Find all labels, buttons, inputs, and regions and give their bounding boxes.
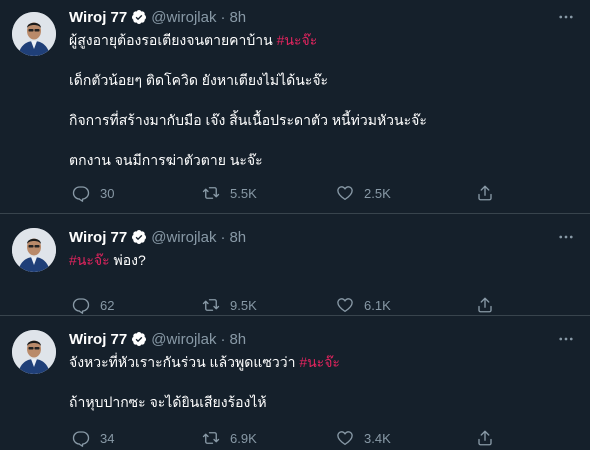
avatar[interactable] — [12, 330, 56, 374]
reply-icon — [72, 431, 90, 447]
tweet-header: Wiroj 77 @wirojlak · 8h — [69, 226, 578, 248]
author-name[interactable]: Wiroj 77 — [69, 229, 127, 246]
tweet-text: #นะจ๊ะ พ่อง? — [69, 250, 578, 270]
tweet-line: จังหวะที่หัวเราะกันร่วน แล้วพูดแซวว่า #น… — [69, 352, 578, 372]
tweet-line: ผู้สูงอายุต้องรอเตียงจนตายคาบ้าน #นะจ๊ะ — [69, 30, 578, 50]
share-button[interactable] — [476, 184, 494, 202]
tweet-header: Wiroj 77 @wirojlak · 8h — [69, 6, 578, 28]
like-button[interactable]: 2.5K — [336, 184, 391, 202]
more-dots-icon[interactable] — [554, 328, 578, 350]
share-button[interactable] — [476, 296, 494, 314]
text-span: ผู้สูงอายุต้องรอเตียงจนตายคาบ้าน — [69, 32, 277, 48]
reply-button[interactable]: 30 — [72, 184, 114, 202]
tweet-actions: 30 5.5K 2.5K — [69, 182, 578, 204]
tweet-line: ถ้าหุบปากซะ จะได้ยินเสียงร้องไห้ — [69, 394, 267, 410]
retweet-button[interactable]: 5.5K — [202, 184, 257, 202]
hashtag-link[interactable]: #นะจ๊ะ — [299, 354, 340, 370]
avatar[interactable] — [12, 12, 56, 56]
verified-badge-icon — [131, 229, 147, 245]
timestamp[interactable]: 8h — [229, 229, 246, 246]
avatar-image — [12, 228, 56, 272]
timestamp[interactable]: 8h — [229, 331, 246, 348]
author-handle[interactable]: @wirojlak — [151, 331, 216, 348]
retweet-count: 5.5K — [230, 185, 257, 201]
verified-badge-icon — [131, 9, 147, 25]
tweet-content: Wiroj 77 @wirojlak · 8h จังหวะที่หัวเราะ… — [69, 328, 578, 447]
retweet-count: 9.5K — [230, 297, 257, 313]
text-span: จังหวะที่หัวเราะกันร่วน แล้วพูดแซวว่า — [69, 354, 300, 370]
tweet-line: #นะจ๊ะ พ่อง? — [69, 250, 578, 270]
avatar-image — [12, 330, 56, 374]
author-name[interactable]: Wiroj 77 — [69, 331, 127, 348]
heart-icon — [337, 431, 353, 446]
retweet-button[interactable]: 6.9K — [202, 429, 257, 447]
tweet[interactable]: Wiroj 77 @wirojlak · 8h จังหวะที่หัวเราะ… — [0, 316, 590, 450]
hashtag-link[interactable]: #นะจ๊ะ — [69, 252, 110, 268]
separator-dot: · — [220, 8, 226, 26]
tweet-actions: 34 6.9K 3.4K — [69, 427, 578, 449]
retweet-icon — [202, 432, 220, 444]
tweet[interactable]: Wiroj 77 @wirojlak · 8h #นะจ๊ะ พ่อง? 62 … — [0, 214, 590, 316]
like-count: 3.4K — [364, 430, 391, 446]
tweet-header: Wiroj 77 @wirojlak · 8h — [69, 328, 578, 350]
tweet-text: จังหวะที่หัวเราะกันร่วน แล้วพูดแซวว่า #น… — [69, 352, 578, 412]
tweet-content: Wiroj 77 @wirojlak · 8h #นะจ๊ะ พ่อง? 62 … — [69, 226, 578, 314]
author-handle[interactable]: @wirojlak — [151, 229, 216, 246]
tweet-content: Wiroj 77 @wirojlak · 8h ผู้สูงอายุต้องรอ… — [69, 6, 578, 202]
reply-icon — [72, 186, 90, 202]
separator-dot: · — [220, 330, 226, 348]
reply-count: 30 — [100, 185, 115, 201]
tweet-text: ผู้สูงอายุต้องรอเตียงจนตายคาบ้าน #นะจ๊ะ … — [69, 30, 578, 170]
tweet-line: กิจการที่สร้างมากับมือ เจ๊ง สิ้นเนื้อประ… — [69, 112, 427, 128]
more-dots-icon[interactable] — [554, 226, 578, 248]
share-icon — [478, 185, 492, 201]
separator-dot: · — [220, 228, 226, 246]
like-count: 6.1K — [364, 297, 391, 313]
tweet[interactable]: Wiroj 77 @wirojlak · 8h ผู้สูงอายุต้องรอ… — [0, 0, 590, 214]
avatar[interactable] — [12, 228, 56, 272]
retweet-icon — [202, 187, 220, 199]
reply-count: 62 — [100, 297, 115, 313]
tweet-line: เด็กตัวน้อยๆ ติดโควิด ยังหาเตียงไม่ได้นะ… — [69, 72, 329, 88]
tweet-actions: 62 9.5K 6.1K — [69, 294, 578, 316]
author-handle[interactable]: @wirojlak — [151, 9, 216, 26]
reply-button[interactable]: 34 — [72, 429, 114, 447]
reply-count: 34 — [100, 430, 115, 446]
like-button[interactable]: 6.1K — [336, 296, 391, 314]
like-button[interactable]: 3.4K — [336, 429, 391, 447]
tweet-line: ตกงาน จนมีการฆ่าตัวตาย นะจ๊ะ — [69, 152, 263, 168]
like-count: 2.5K — [364, 185, 391, 201]
verified-badge-icon — [131, 331, 147, 347]
avatar-image — [12, 12, 56, 56]
reply-button[interactable]: 62 — [72, 296, 114, 314]
share-icon — [478, 297, 492, 313]
reply-icon — [72, 298, 90, 314]
retweet-icon — [202, 299, 220, 311]
author-name[interactable]: Wiroj 77 — [69, 9, 127, 26]
retweet-button[interactable]: 9.5K — [202, 296, 257, 314]
share-button[interactable] — [476, 429, 494, 447]
timestamp[interactable]: 8h — [229, 9, 246, 26]
retweet-count: 6.9K — [230, 430, 257, 446]
heart-icon — [337, 186, 353, 201]
more-dots-icon[interactable] — [554, 6, 578, 28]
heart-icon — [337, 298, 353, 313]
hashtag-link[interactable]: #นะจ๊ะ — [277, 32, 318, 48]
share-icon — [478, 430, 492, 446]
text-span: พ่อง? — [109, 252, 146, 268]
